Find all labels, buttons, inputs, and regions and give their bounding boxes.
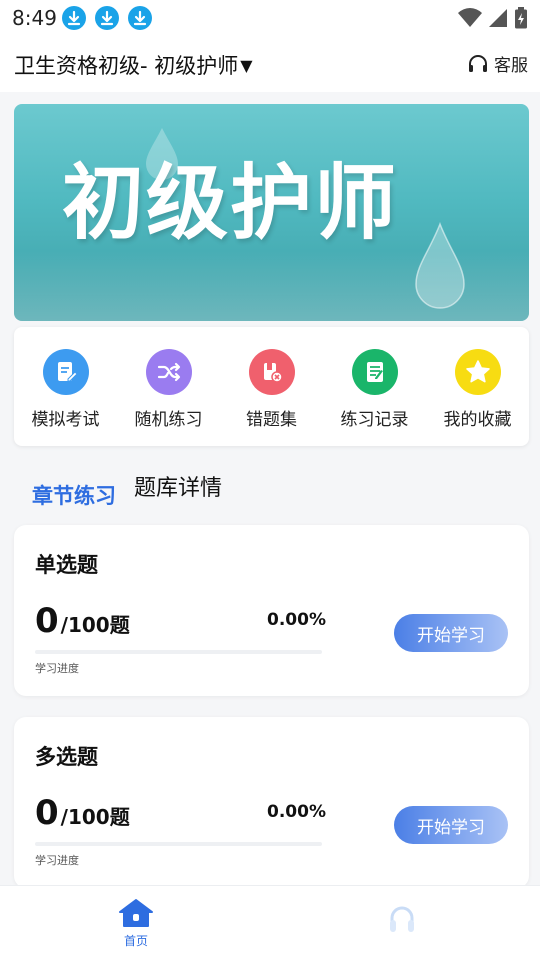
banner[interactable]: 初级护师 (14, 104, 529, 321)
app-header: 卫生资格初级- 初级护师 ▼ 客服 (0, 36, 540, 92)
star-icon (454, 349, 501, 395)
done-count: 0 (35, 793, 59, 833)
tab-chapter-practice[interactable]: 章节练习 (32, 480, 116, 510)
question-count: 0 /100题 (35, 793, 130, 833)
menu-label: 随机练习 (134, 410, 203, 430)
status-time: 8:49 (12, 6, 57, 30)
progress-percent: 0.00% (267, 610, 326, 630)
nav-home[interactable]: 首页 (116, 898, 156, 949)
start-study-button[interactable]: 开始学习 (394, 806, 508, 844)
menu-label: 错题集 (246, 410, 297, 430)
start-study-button[interactable]: 开始学习 (394, 614, 508, 652)
download-icon (62, 6, 86, 30)
home-icon (119, 899, 153, 927)
question-count: 0 /100题 (35, 601, 130, 641)
feature-menu: 模拟考试 随机练习 错题集 练习记录 我的收藏 (14, 327, 529, 446)
system-icons (458, 7, 528, 29)
progress-bar (35, 650, 322, 654)
bottom-nav: 首页 (0, 885, 540, 960)
question-type-title: 多选题 (35, 745, 98, 769)
banner-glow (14, 251, 529, 321)
shuffle-icon (145, 349, 192, 395)
progress-percent: 0.00% (267, 802, 326, 822)
menu-item-mock-exam[interactable]: 模拟考试 (14, 327, 117, 446)
download-icon (128, 6, 152, 30)
customer-service-button[interactable]: 客服 (467, 51, 528, 76)
nav-service[interactable] (382, 900, 422, 940)
done-count: 0 (35, 601, 59, 641)
triangle-down-icon: ▼ (240, 55, 253, 75)
progress-bar (35, 842, 322, 846)
banner-title: 初级护师 (62, 155, 399, 251)
menu-label: 模拟考试 (31, 410, 100, 430)
signal-icon (489, 9, 507, 27)
total-count: /100题 (60, 613, 130, 637)
question-type-title: 单选题 (35, 553, 98, 577)
headset-icon (469, 54, 487, 72)
battery-charging-icon (515, 7, 527, 29)
menu-item-favorites[interactable]: 我的收藏 (426, 327, 529, 446)
progress-label: 学习进度 (35, 662, 79, 675)
exam-icon (42, 349, 89, 395)
menu-item-random-practice[interactable]: 随机练习 (117, 327, 220, 446)
headset-nav-icon (390, 906, 414, 932)
download-icon (95, 6, 119, 30)
menu-label: 我的收藏 (443, 410, 512, 430)
nav-home-label: 首页 (123, 934, 148, 948)
wifi-icon (458, 8, 482, 27)
question-card-single: 单选题 0 /100题 0.00% 学习进度 开始学习 (14, 525, 529, 696)
menu-item-wrong-set[interactable]: 错题集 (220, 327, 323, 446)
service-label: 客服 (494, 56, 528, 76)
page-title: 卫生资格初级- 初级护师 (14, 54, 239, 78)
question-card-multiple: 多选题 0 /100题 0.00% 学习进度 开始学习 (14, 717, 529, 888)
wrong-set-icon (248, 349, 295, 395)
tab-question-bank-details[interactable]: 题库详情 (134, 470, 222, 502)
practice-tabs: 章节练习 题库详情 (32, 470, 222, 510)
status-bar: 8:49 (0, 0, 540, 36)
progress-label: 学习进度 (35, 854, 79, 867)
record-icon (351, 349, 398, 395)
exam-selector[interactable]: 卫生资格初级- 初级护师 ▼ (14, 50, 253, 80)
menu-item-practice-record[interactable]: 练习记录 (323, 327, 426, 446)
menu-label: 练习记录 (340, 410, 409, 430)
total-count: /100题 (60, 805, 130, 829)
